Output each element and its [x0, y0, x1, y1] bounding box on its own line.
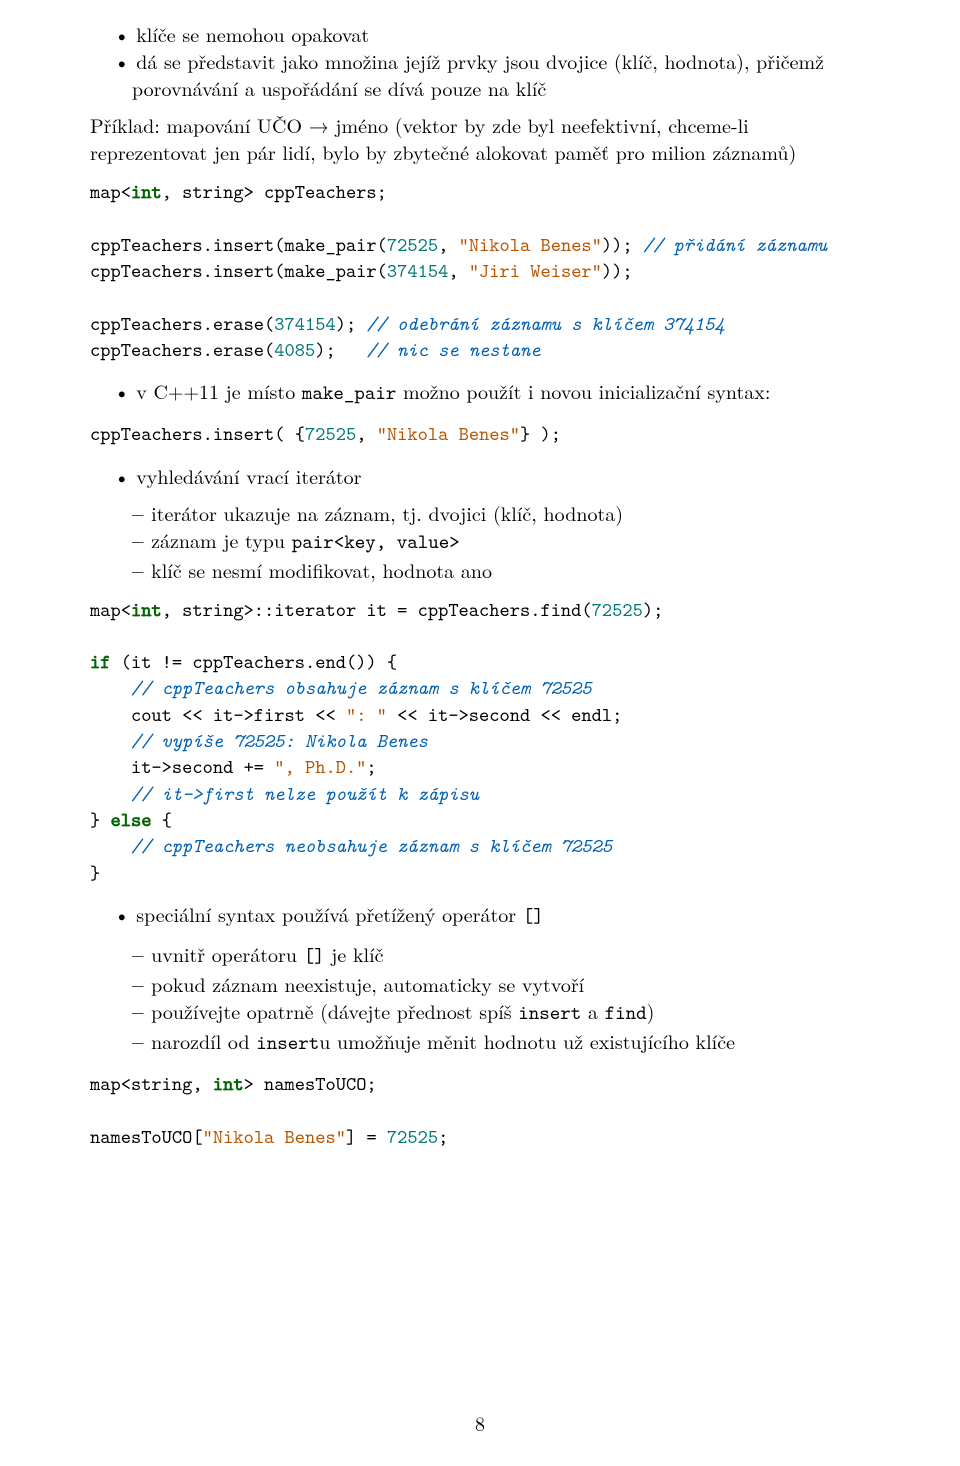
- code-block-2: cppTeachers.insert( {72525, "Nikola Bene…: [90, 421, 870, 447]
- code-inline: insert: [518, 1000, 581, 1026]
- list-item: vyhledávání vrací iterátor: [132, 462, 870, 489]
- list-item: klíče se nemohou opakovat: [132, 20, 870, 47]
- code-inline: find: [605, 1000, 647, 1026]
- code-inline: make_pair: [302, 380, 397, 406]
- code-inline: []: [523, 903, 544, 929]
- text: záznam je typu: [151, 525, 292, 554]
- text: pokud záznam neexistuje, automaticky se …: [151, 969, 584, 998]
- text: vyhledávání vrací iterátor: [136, 461, 361, 490]
- list-item: narozdíl od insertu umožňuje měnit hodno…: [154, 1027, 870, 1057]
- text: možno použít i novou inicializační synta…: [396, 376, 770, 405]
- code-block-4: map<string, int> namesToUCO; namesToUCO[…: [90, 1071, 870, 1150]
- code-inline: insert: [256, 1030, 319, 1056]
- text: je klíč: [325, 939, 384, 968]
- list-item: dá se představit jako množina jejíž prvk…: [132, 47, 870, 101]
- text: a: [581, 996, 604, 1025]
- bullet-list-1: klíče se nemohou opakovat dá se představ…: [90, 20, 870, 101]
- code-inline: []: [304, 943, 325, 969]
- list-item: pokud záznam neexistuje, automaticky se …: [154, 970, 870, 997]
- text: klíče se nemohou opakovat: [136, 19, 369, 48]
- text: uvnitř operátoru: [151, 939, 303, 968]
- bullet-list-4: speciální syntax používá přetížený operá…: [90, 900, 870, 930]
- text: v C++11 je místo: [136, 376, 302, 405]
- list-item: záznam je typu pair<key, value>: [154, 526, 870, 556]
- text: dá se představit jako množina jejíž prvk…: [132, 46, 824, 102]
- bullet-list-2: v C++11 je místo make_pair možno použít …: [90, 377, 870, 407]
- bullet-list-3-sub: iterátor ukazuje na záznam, tj. dvojici …: [90, 499, 870, 583]
- text: iterátor ukazuje na záznam, tj. dvojici …: [151, 498, 623, 527]
- list-item: speciální syntax používá přetížený operá…: [132, 900, 870, 930]
- bullet-list-4-sub: uvnitř operátoru [] je klíč pokud záznam…: [90, 940, 870, 1057]
- text: ): [647, 996, 655, 1025]
- list-item: používejte opatrně (dávejte přednost spí…: [154, 997, 870, 1027]
- page: klíče se nemohou opakovat dá se představ…: [0, 0, 960, 1466]
- text: klíč se nesmí modifikovat, hodnota ano: [151, 555, 492, 584]
- paragraph: Příklad: mapování UČO → jméno (vektor by…: [90, 111, 870, 165]
- text: speciální syntax používá přetížený operá…: [136, 899, 523, 928]
- text: narozdíl od: [151, 1026, 256, 1055]
- code-block-3: map<int, string>::iterator it = cppTeach…: [90, 597, 870, 886]
- list-item: iterátor ukazuje na záznam, tj. dvojici …: [154, 499, 870, 526]
- list-item: uvnitř operátoru [] je klíč: [154, 940, 870, 970]
- code-block-1: map<int, string> cppTeachers; cppTeacher…: [90, 179, 870, 363]
- text: Příklad: mapování UČO → jméno (vektor by…: [90, 110, 796, 166]
- bullet-list-3: vyhledávání vrací iterátor: [90, 462, 870, 489]
- code-inline: pair<key, value>: [292, 529, 460, 555]
- text: u umožňuje měnit hodnotu už existujícího…: [319, 1026, 735, 1055]
- list-item: klíč se nesmí modifikovat, hodnota ano: [154, 556, 870, 583]
- text: používejte opatrně (dávejte přednost spí…: [151, 996, 518, 1025]
- page-number: 8: [0, 1409, 960, 1436]
- list-item: v C++11 je místo make_pair možno použít …: [132, 377, 870, 407]
